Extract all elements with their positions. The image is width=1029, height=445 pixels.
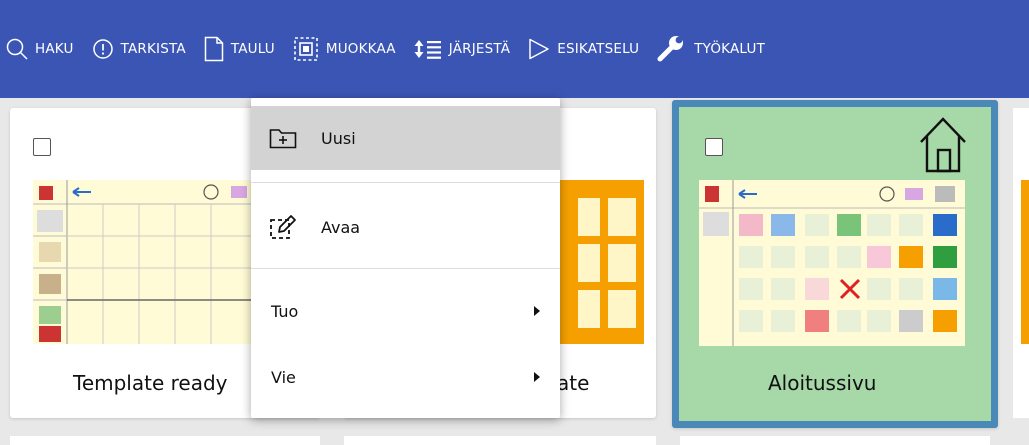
edit-selection-icon — [294, 37, 318, 61]
board-grid-preview — [33, 180, 253, 344]
menu-item-import[interactable]: Tuo — [251, 282, 560, 340]
main-toolbar: HAKU TARKISTA TAULU MUOKKAA JÄRJESTÄ ESI… — [0, 0, 1029, 98]
edit-button[interactable]: MUOKKAA — [293, 29, 396, 69]
sort-icon — [414, 40, 441, 59]
file-icon — [204, 36, 224, 62]
menu-item-label: Tuo — [271, 301, 299, 321]
menu-item-export[interactable]: Vie — [251, 348, 560, 406]
menu-item-open[interactable]: Avaa — [251, 196, 560, 258]
board-context-menu: Uusi Avaa Tuo Vie — [251, 98, 560, 418]
chevron-right-icon — [534, 372, 540, 382]
edit-label: MUOKKAA — [325, 41, 396, 57]
tools-button[interactable]: TYÖKALUT — [657, 29, 765, 69]
arrange-button[interactable]: JÄRJESTÄ — [414, 29, 510, 69]
tools-label: TYÖKALUT — [694, 41, 766, 57]
menu-divider — [251, 182, 560, 183]
chevron-right-icon — [534, 306, 540, 316]
board-thumbnail — [33, 180, 253, 344]
alert-circle-icon — [92, 39, 113, 59]
play-icon — [529, 38, 549, 60]
board-tile-edge[interactable] — [1013, 108, 1029, 418]
tile-checkbox[interactable] — [705, 138, 723, 156]
menu-item-new[interactable]: Uusi — [251, 106, 560, 170]
tile-name-home: Aloitussivu — [768, 371, 877, 395]
menu-item-label: Uusi — [321, 128, 356, 148]
tile-row-hint — [680, 436, 990, 445]
menu-divider — [251, 268, 560, 269]
tile-checkbox[interactable] — [33, 138, 51, 156]
board-thumbnail-home — [699, 180, 965, 346]
board-button[interactable]: TAULU — [204, 29, 275, 69]
search-label: HAKU — [35, 41, 74, 57]
tile-row-hint — [344, 436, 656, 445]
menu-item-label: Vie — [271, 367, 296, 387]
tile-name-template: Template ready — [73, 371, 228, 395]
tile-row-hint — [10, 436, 320, 445]
tile-preview-orange — [560, 180, 644, 344]
check-label: TARKISTA — [120, 41, 186, 57]
menu-item-label: Avaa — [321, 217, 361, 237]
check-button[interactable]: TARKISTA — [92, 29, 186, 69]
board-label: TAULU — [230, 41, 275, 57]
new-folder-icon — [269, 129, 297, 149]
search-button[interactable]: HAKU — [6, 29, 74, 69]
open-edit-icon — [270, 215, 296, 239]
search-icon — [6, 38, 28, 60]
wrench-icon — [657, 36, 684, 62]
preview-label: ESIKATSELU — [557, 41, 640, 57]
tile-name-second: ate — [557, 371, 590, 395]
home-icon — [920, 117, 966, 173]
arrange-label: JÄRJESTÄ — [448, 41, 511, 57]
preview-button[interactable]: ESIKATSELU — [528, 29, 639, 69]
